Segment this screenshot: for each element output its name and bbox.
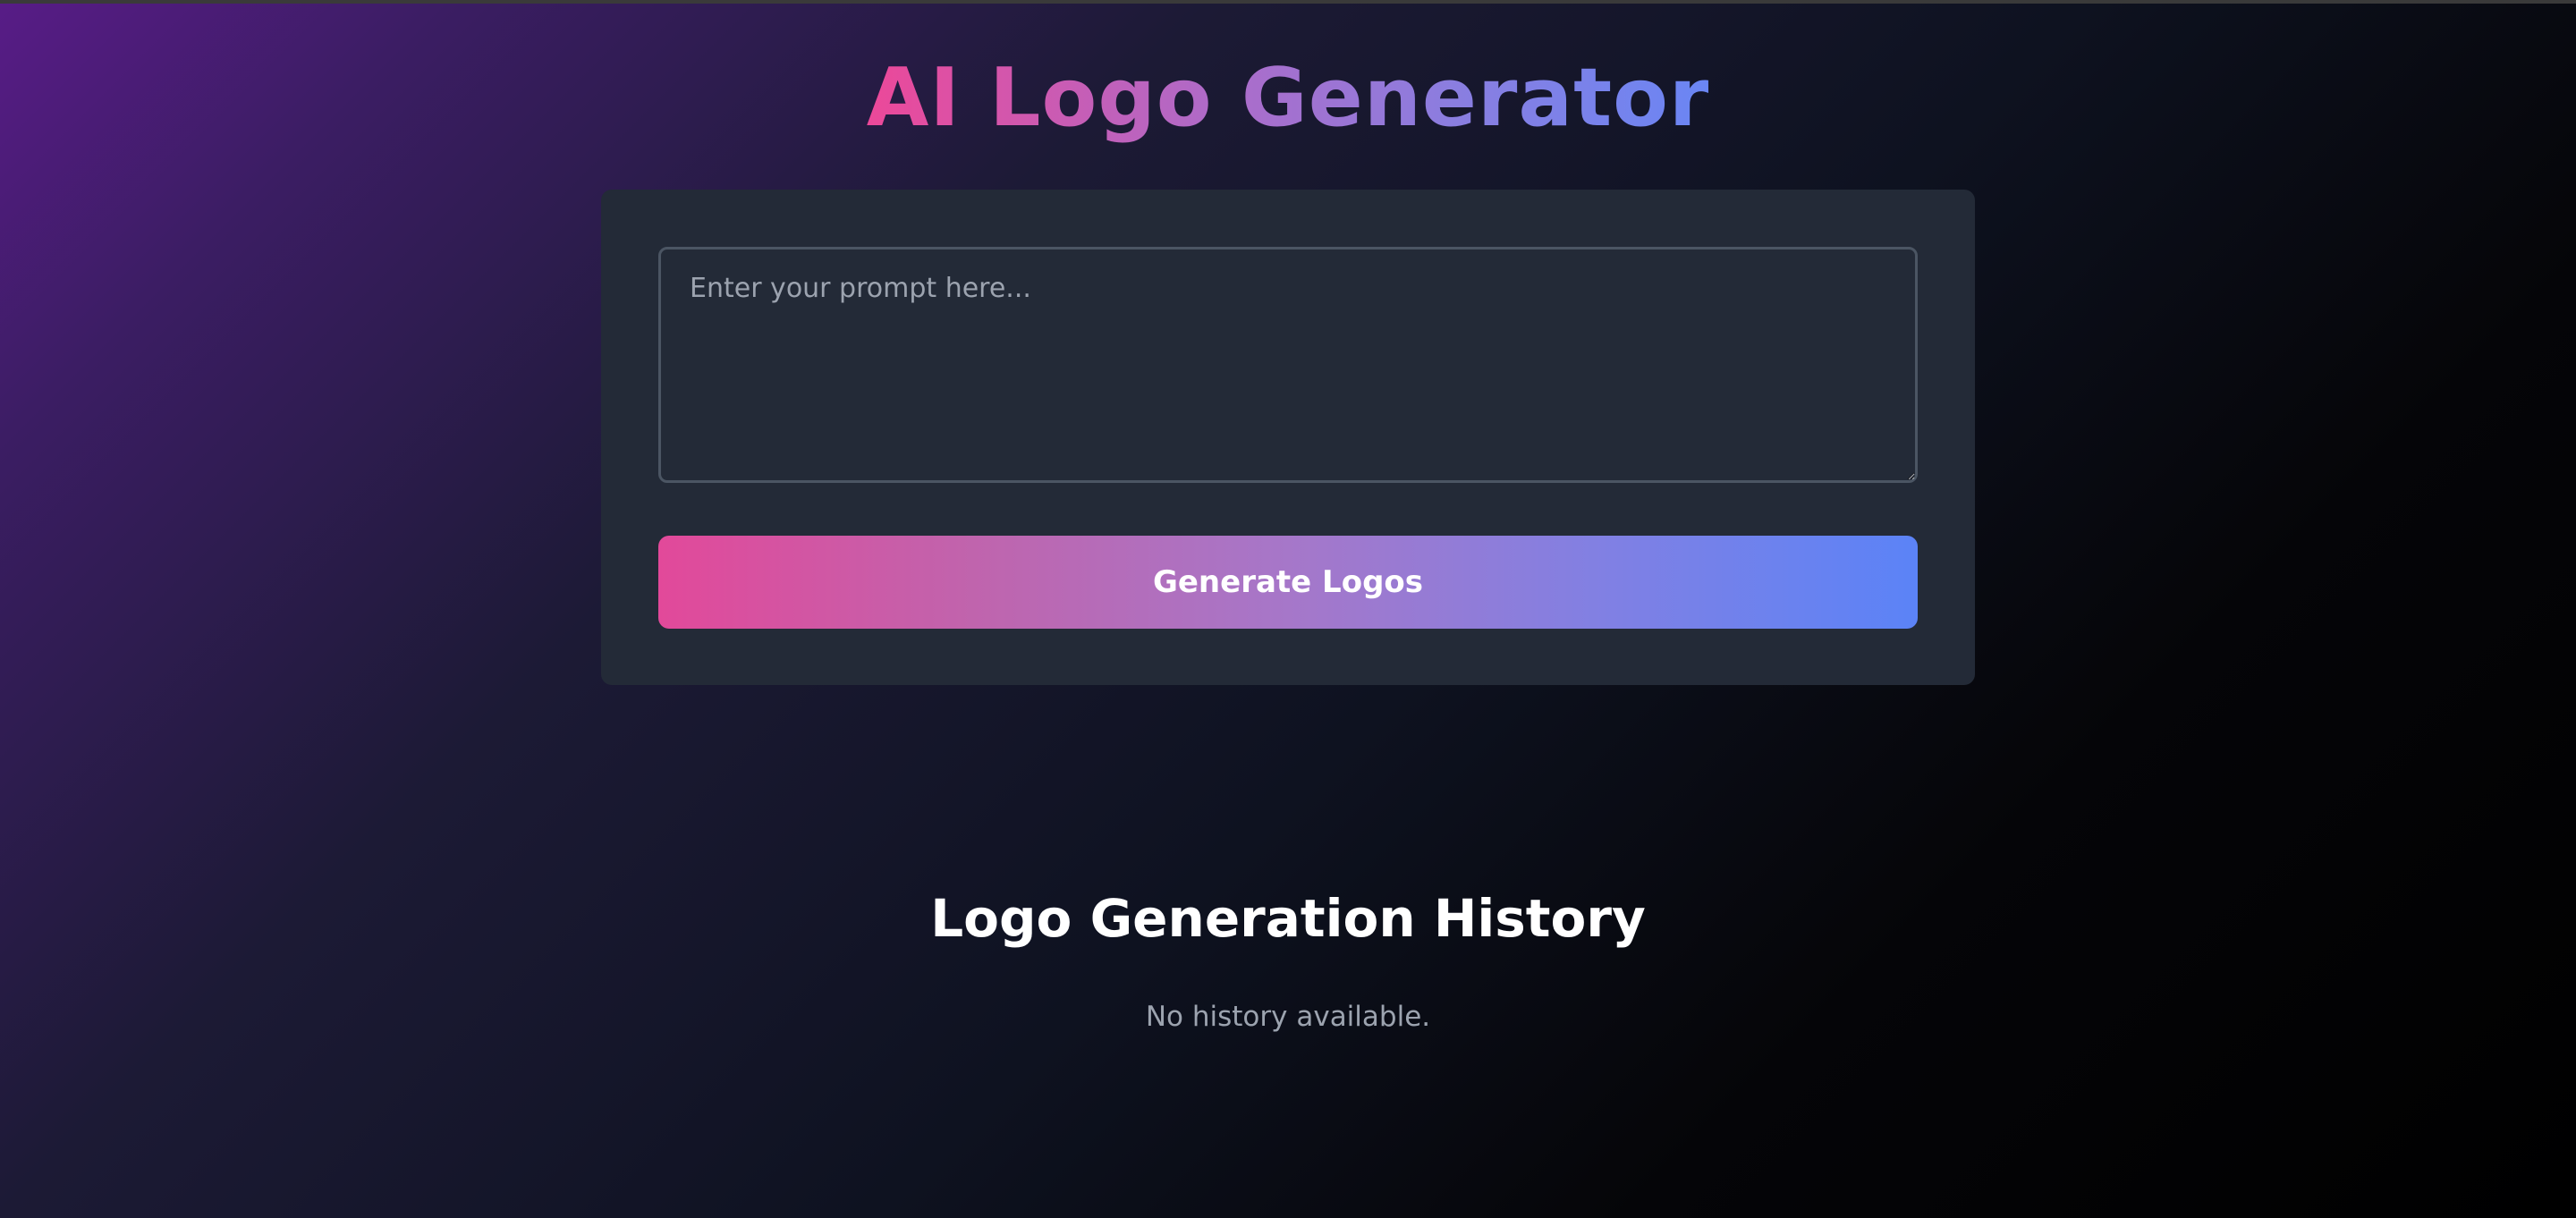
history-empty-message: No history available. [1145, 1001, 1431, 1033]
page-title-text: AI Logo Generator [866, 51, 1710, 145]
generator-card: Generate Logos [601, 190, 1975, 685]
generate-logos-button[interactable]: Generate Logos [658, 536, 1918, 629]
prompt-input[interactable] [658, 247, 1918, 483]
history-title: Logo Generation History [930, 888, 1646, 949]
page-title: AI Logo Generator [0, 43, 2576, 154]
window-top-border [0, 0, 2576, 4]
